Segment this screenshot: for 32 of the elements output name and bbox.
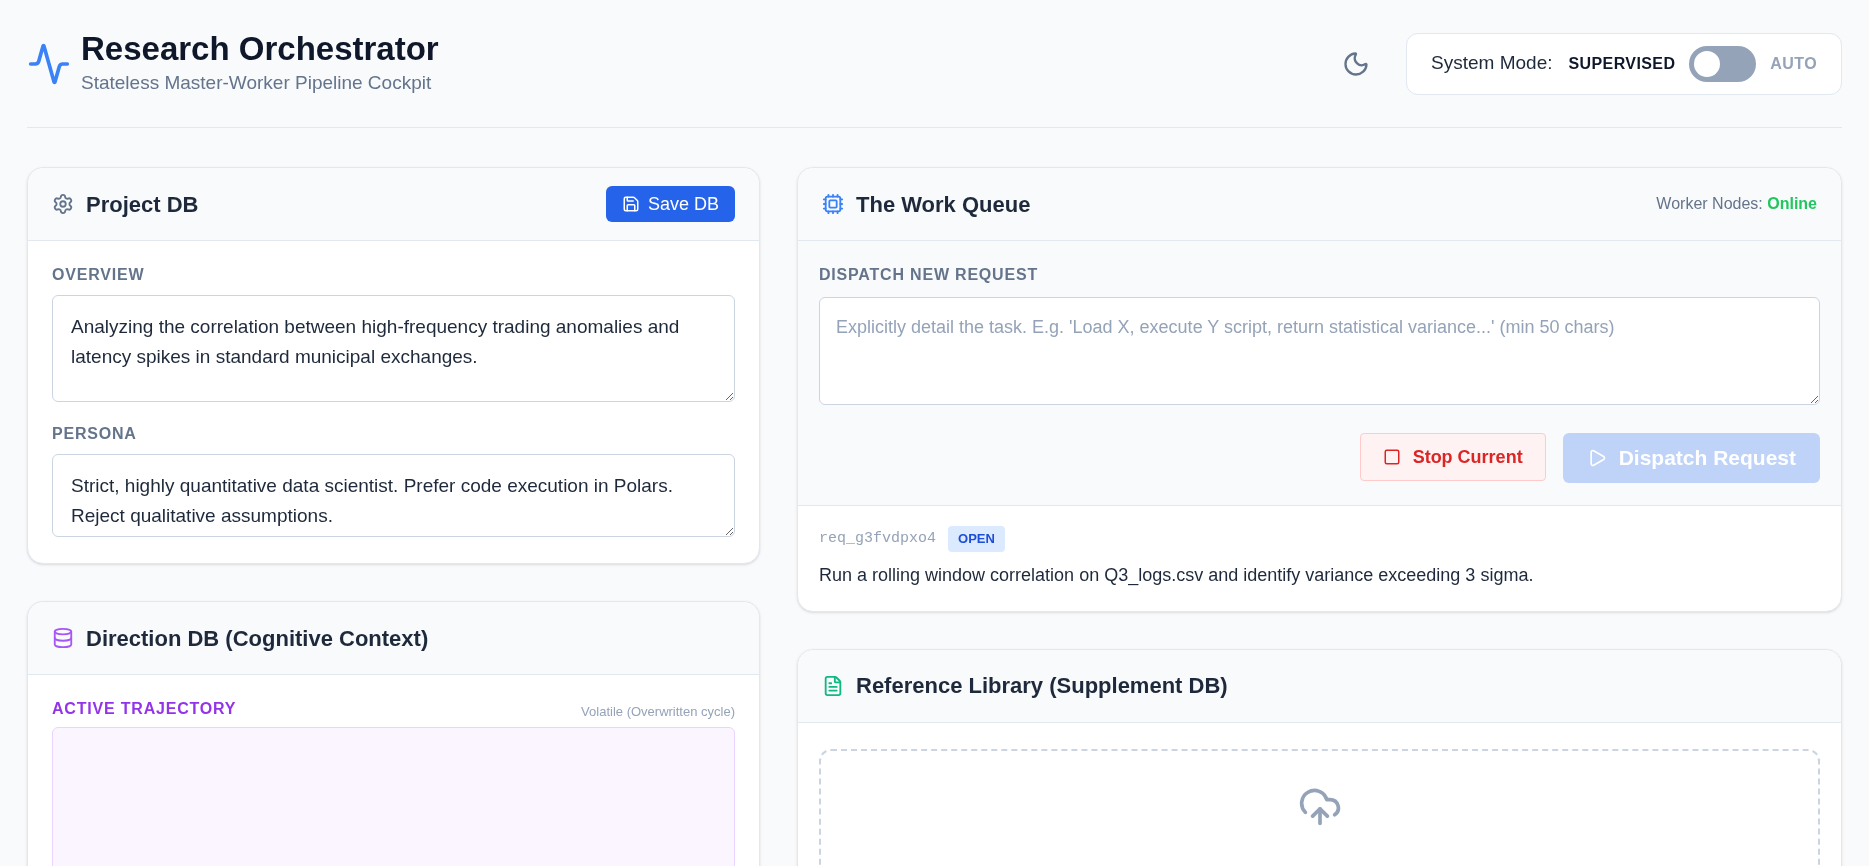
save-db-button[interactable]: Save DB bbox=[605, 186, 735, 222]
field-label: DISPATCH NEW REQUEST bbox=[819, 265, 1039, 285]
moon-icon bbox=[1342, 49, 1371, 78]
volatile-note: Volatile (Overwritten cycle) bbox=[581, 702, 735, 721]
card-title: The Work Queue bbox=[856, 190, 1031, 219]
stop-button[interactable]: Stop Current bbox=[1359, 433, 1546, 481]
system-mode-label: System Mode: bbox=[1431, 51, 1553, 76]
card-title: Direction DB (Cognitive Context) bbox=[86, 624, 429, 653]
text-area[interactable]: Strict, highly quantitative data scientist. Prefer code execution in Polars. Reject qualitative assumptions. bbox=[52, 454, 735, 537]
database-icon bbox=[52, 627, 74, 649]
worker-status: Worker Nodes: Online bbox=[1656, 194, 1817, 214]
supervised-label: SUPERVISED bbox=[1568, 53, 1676, 74]
stop-icon bbox=[1382, 448, 1401, 466]
app-title: Research Orchestrator bbox=[81, 29, 439, 70]
app-subtitle: Stateless Master-Worker Pipeline Cockpit bbox=[81, 71, 433, 96]
document-icon bbox=[822, 674, 844, 697]
chip-icon bbox=[822, 193, 844, 215]
auto-label: AUTO bbox=[1770, 53, 1817, 74]
card-title: Project DB bbox=[86, 190, 199, 219]
request-field[interactable]: Explicitly detail the task. E.g. 'Load X, execute Y script, return statistical variance...' (min 50 chars) bbox=[819, 297, 1820, 405]
request-text: Run a rolling window correlation on Q3_logs.csv and identify variance exceeding 3 sigma. bbox=[819, 563, 1535, 588]
settings-icon bbox=[52, 193, 74, 215]
save-icon bbox=[621, 195, 640, 213]
mode-switch[interactable] bbox=[1689, 45, 1757, 82]
card-title: Reference Library (Supplement DB) bbox=[856, 672, 1228, 700]
field-label: OVERVIEW bbox=[52, 265, 146, 285]
section-label: ACTIVE TRAJECTORY bbox=[52, 699, 237, 719]
text-area[interactable]: Analyzing the correlation between high-frequency trading anomalies and latency spikes in standard municipal exchanges. bbox=[52, 295, 735, 402]
status-badge: OPEN bbox=[948, 526, 1005, 552]
field-label: PERSONA bbox=[52, 424, 138, 444]
activity-icon bbox=[27, 41, 71, 86]
request-id: req_g3fvdpxo4 bbox=[819, 528, 937, 549]
